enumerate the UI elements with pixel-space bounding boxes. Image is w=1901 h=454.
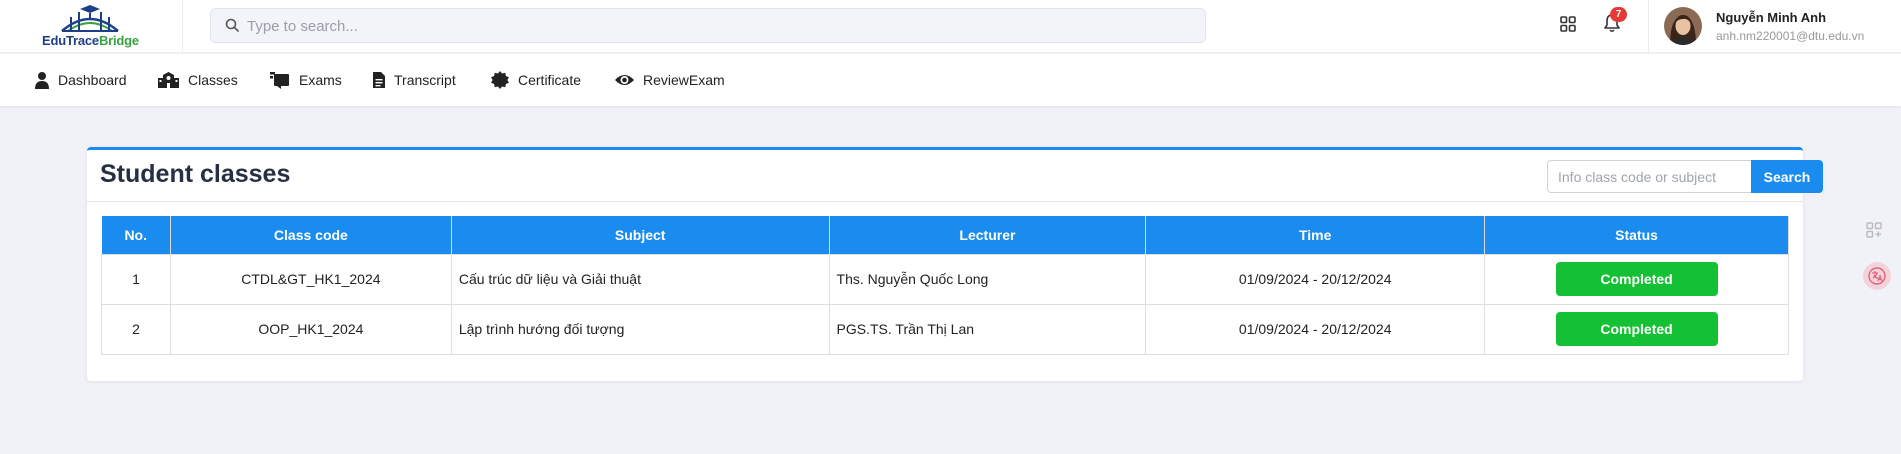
divider [1648,0,1649,53]
nav-label: Transcript [394,72,456,88]
nav-item-certificate[interactable]: Certificate [490,54,581,106]
student-classes-card: Student classes Search No. Class code Su… [87,147,1823,381]
notification-badge: 7 [1610,7,1627,22]
user-email: anh.nm220001@dtu.edu.vn [1716,29,1865,43]
nav-item-classes[interactable]: Classes [157,54,238,106]
cell-lecturer: PGS.TS. Trần Thị Lan [828,303,1147,355]
nav-label: Dashboard [58,72,127,88]
cell-subject: Lập trình hướng đối tượng [450,303,830,355]
column-header-subject[interactable]: Subject [450,216,830,254]
logo-text: EduTraceBridge [42,33,139,48]
avatar-image [1664,7,1702,45]
cell-lecturer: Ths. Nguyễn Quốc Long [828,253,1147,305]
certificate-icon [491,71,509,89]
cell-class-code: CTDL&GT_HK1_2024 [169,253,452,305]
apps-grid-icon[interactable] [1559,15,1577,33]
column-header-time[interactable]: Time [1145,216,1486,254]
page-title: Student classes [100,160,291,188]
column-header-status[interactable]: Status [1484,216,1789,254]
column-header-class-code[interactable]: Class code [169,216,452,254]
search-input[interactable] [247,15,1147,37]
logo-text-part1: EduTrace [42,33,99,48]
cell-class-code: OOP_HK1_2024 [169,303,452,355]
table-row[interactable]: 1 CTDL&GT_HK1_2024 Cấu trúc dữ liệu và G… [101,253,1789,305]
top-bar: EduTraceBridge 7 Nguyễn Minh Anh anh.nm2… [0,0,1901,53]
document-icon [373,72,385,88]
status-badge: Completed [1555,312,1718,346]
column-header-no[interactable]: No. [101,216,171,254]
nav-label: ReviewExam [643,72,725,88]
status-badge: Completed [1555,262,1718,296]
cell-no: 2 [101,303,171,355]
divider [182,0,183,53]
exam-icon [270,72,289,89]
search-button[interactable]: Search [1751,160,1823,193]
user-icon [35,72,49,89]
divider [87,201,1803,202]
table-header-row: No. Class code Subject Lecturer Time Sta… [101,216,1789,254]
cell-status: Completed [1484,303,1789,355]
nav-label: Certificate [518,72,582,88]
nav-item-exams[interactable]: Exams [269,54,342,106]
main-nav: Dashboard Classes Exams Transcript Certi… [0,54,1901,106]
nav-item-dashboard[interactable]: Dashboard [34,54,127,106]
translate-icon [1868,267,1886,285]
avatar[interactable] [1664,7,1702,45]
school-icon [158,72,179,88]
logo-icon [61,5,119,32]
table-row[interactable]: 2 OOP_HK1_2024 Lập trình hướng đối tượng… [101,303,1789,355]
logo-text-part2: Bridge [98,33,139,48]
eye-icon [615,75,634,85]
nav-item-transcript[interactable]: Transcript [372,54,456,106]
nav-item-reviewexam[interactable]: ReviewExam [614,54,725,106]
class-search-input[interactable] [1547,160,1752,193]
nav-label: Exams [299,72,342,88]
cell-status: Completed [1484,253,1789,305]
nav-label: Classes [188,72,238,88]
logo[interactable]: EduTraceBridge [38,3,139,49]
floating-apps-icon[interactable] [1866,222,1882,238]
global-search [210,8,1206,43]
cell-time: 01/09/2024 - 20/12/2024 [1145,253,1486,305]
column-header-lecturer[interactable]: Lecturer [828,216,1147,254]
cell-time: 01/09/2024 - 20/12/2024 [1145,303,1486,355]
cell-no: 1 [101,253,171,305]
translate-button[interactable] [1863,262,1891,290]
user-name: Nguyễn Minh Anh [1716,10,1827,25]
classes-table: No. Class code Subject Lecturer Time Sta… [101,216,1789,355]
search-icon [225,18,239,32]
cell-subject: Cấu trúc dữ liệu và Giải thuật [450,253,830,305]
